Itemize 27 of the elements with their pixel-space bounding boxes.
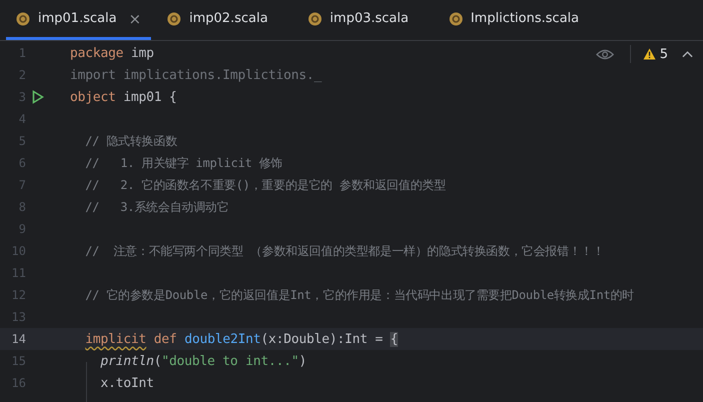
code-line: import implications.Implictions._ xyxy=(70,68,322,82)
file-tab[interactable]: imp02.scala xyxy=(157,0,278,40)
warning-count: 5 xyxy=(660,46,668,62)
file-tab[interactable]: Implictions.scala xyxy=(438,0,589,40)
code-line: package imp xyxy=(70,46,154,60)
warning-icon[interactable] xyxy=(642,48,656,60)
code-line: implicit def double2Int(x:Double):Int = { xyxy=(84,332,398,346)
close-icon[interactable]: × xyxy=(128,10,142,28)
eye-icon[interactable] xyxy=(596,48,614,60)
code-line: // 隐式转换函数 xyxy=(84,134,178,148)
code-line: // 1. 用关键字 implicit 修饰 xyxy=(84,156,283,170)
code-line: // 3.系统会自动调动它 xyxy=(84,200,229,214)
code-line: x.toInt xyxy=(100,376,154,390)
code-line: object imp01 { xyxy=(70,90,177,104)
chevron-up-icon[interactable] xyxy=(682,50,693,58)
file-icon xyxy=(448,12,463,26)
file-icon xyxy=(16,12,30,26)
run-icon[interactable] xyxy=(32,90,44,104)
file-icon xyxy=(167,12,182,26)
line-number: 14 xyxy=(10,332,26,346)
code-line: // 它的参数是Double，它的返回值是Int，它的作用是：当代码中出现了需要把Double转换成Int的时 xyxy=(84,288,634,302)
file-icon xyxy=(308,12,322,26)
file-tab[interactable]: imp01.scala × xyxy=(6,0,152,40)
code-line: // 2. 它的函数名不重要()，重要的是它的 参数和返回值的类型 xyxy=(84,178,446,192)
file-tab[interactable]: imp03.scala xyxy=(298,0,419,40)
code-line: // 注意：不能写两个同类型 （参数和返回值的类型都是一样）的隐式转换函数，它会报错！！！ xyxy=(84,244,604,258)
code-line: println("double to int...") xyxy=(100,354,306,368)
